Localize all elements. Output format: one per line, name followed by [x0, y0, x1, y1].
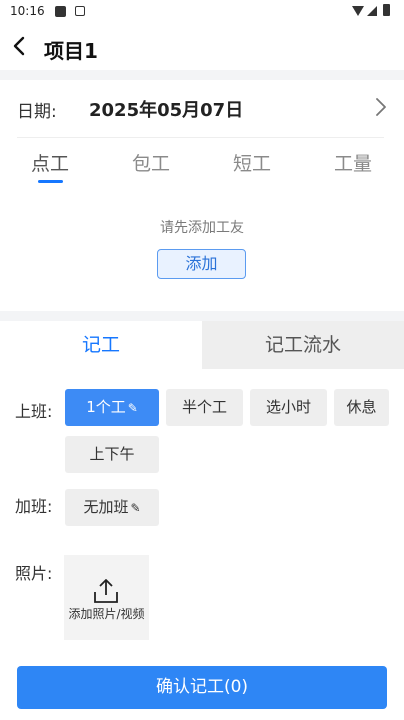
date-value[interactable]: 2025年05月07日	[89, 96, 243, 122]
notification-a-icon	[75, 6, 85, 16]
section-divider	[0, 311, 404, 321]
shift-option-rest[interactable]: 休息	[334, 389, 389, 426]
tab-point-work[interactable]: 点工	[20, 149, 80, 176]
date-label: 日期:	[17, 102, 57, 122]
tab-work-quantity[interactable]: 工量	[323, 149, 383, 176]
shift-option-label: 1个工	[86, 398, 126, 416]
shift-option-full-day[interactable]: 1个工 ✎	[65, 389, 159, 426]
photo-label: 照片:	[15, 564, 53, 583]
shift-option-am-pm[interactable]: 上下午	[65, 436, 159, 473]
shift-option-half-day[interactable]: 半个工	[166, 389, 243, 426]
tab-short-work[interactable]: 短工	[222, 149, 282, 176]
tab-indicator	[38, 180, 63, 183]
tab-record-work[interactable]: 记工	[0, 321, 202, 369]
divider	[17, 137, 384, 138]
edit-pencil-icon: ✎	[127, 401, 138, 415]
back-arrow-icon[interactable]	[9, 35, 31, 57]
shift-label: 上班:	[15, 402, 53, 421]
confirm-record-button[interactable]: 确认记工(0)	[17, 666, 387, 709]
add-worker-hint: 请先添加工友	[160, 220, 244, 236]
app-header: 项目1	[0, 24, 404, 70]
add-worker-button[interactable]: 添加	[157, 249, 246, 279]
section-divider	[0, 70, 404, 80]
status-bar: 10:16	[0, 0, 404, 24]
tab-record-history[interactable]: 记工流水	[202, 321, 404, 369]
shift-option-hours[interactable]: 选小时	[250, 389, 327, 426]
tab-contract-work[interactable]: 包工	[121, 149, 181, 176]
wifi-icon	[352, 6, 364, 16]
edit-pencil-icon: ✎	[130, 501, 141, 515]
upload-icon	[94, 579, 118, 603]
chevron-right-icon[interactable]	[372, 97, 390, 117]
add-photo-label: 添加照片/视频	[68, 607, 145, 621]
signal-icon	[367, 6, 377, 16]
notification-icon	[55, 6, 66, 17]
overtime-value: 无加班	[83, 498, 129, 516]
battery-icon	[383, 4, 390, 16]
page-title: 项目1	[44, 39, 98, 63]
overtime-selector[interactable]: 无加班 ✎	[65, 489, 159, 526]
overtime-label: 加班:	[15, 497, 53, 516]
status-time: 10:16	[10, 4, 45, 18]
